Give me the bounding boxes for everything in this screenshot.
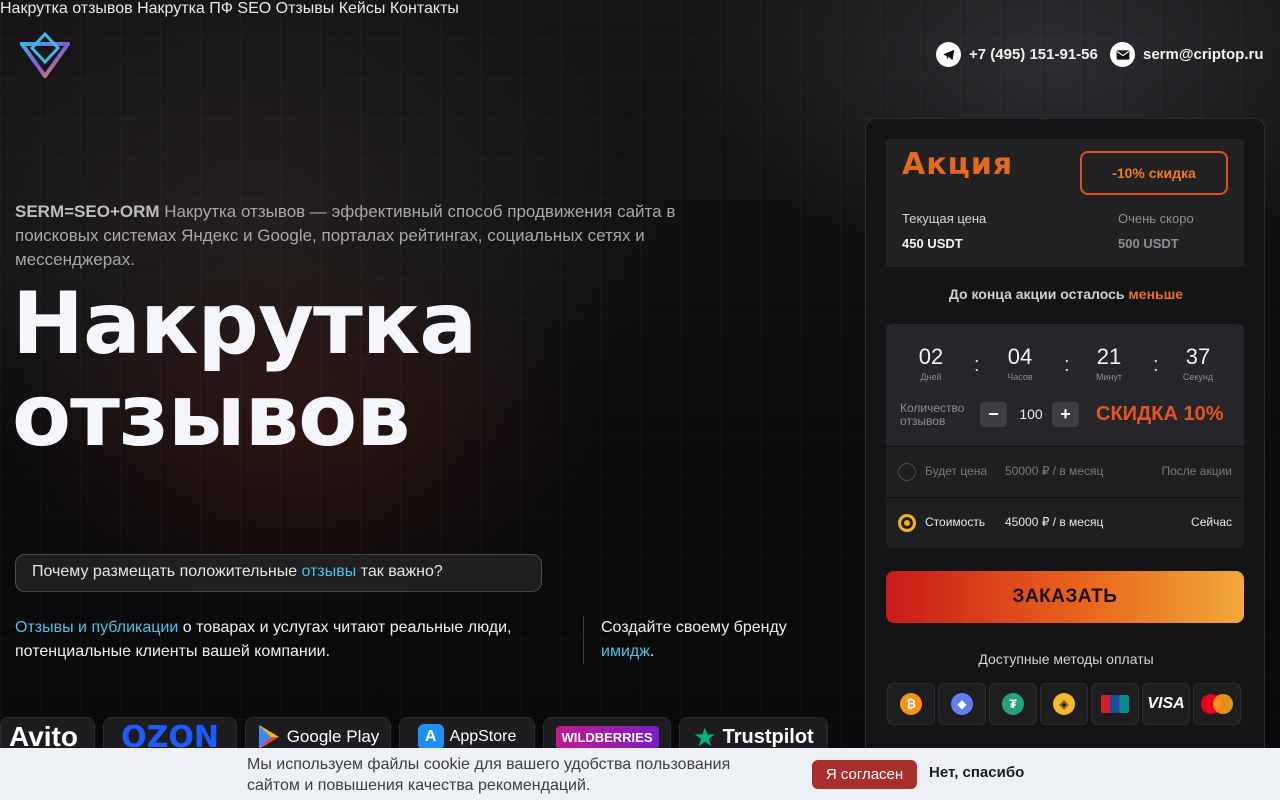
timer-minutes-value: 21 [1096,344,1122,369]
radio-checked-icon[interactable] [898,514,916,532]
phone-link[interactable]: +7 (495) 151-91-56 [936,42,1098,67]
option-now-price: 45000 ₽ / в месяц [1005,515,1104,529]
image-link[interactable]: имидж [601,643,650,660]
discount-label: СКИДКА 10% [1096,403,1224,425]
google-play-label: Google Play [286,727,380,746]
mastercard-icon [1201,694,1233,714]
radio-unchecked-icon[interactable] [898,463,916,481]
future-price-label: Очень скоро [1118,211,1194,226]
promo-remaining-accent: меньше [1128,286,1184,302]
payment-mastercard[interactable] [1193,683,1241,725]
nav-contacts[interactable]: Контакты [390,0,459,17]
option-after-price: 50000 ₽ / в месяц [1005,464,1104,478]
why-text-accent: отзывы [301,563,357,580]
payment-unionpay[interactable] [1091,683,1139,725]
promo-card: Акция -10% скидка Текущая цена 450 USDT … [865,118,1265,758]
title-line-1: Накрутка [12,274,477,374]
timer-separator: : [974,354,980,376]
why-reviews-button[interactable]: Почему размещать положительные отзывы та… [15,554,542,592]
quantity-increase-button[interactable]: + [1052,402,1079,427]
quantity-value[interactable]: 100 [1018,406,1044,422]
reviews-paragraph: Отзывы и публикации о товарах и услугах … [15,616,555,664]
timer-separator: : [1153,354,1159,376]
cookie-agree-button[interactable]: Я согласен [812,760,917,789]
quantity-decrease-button[interactable]: − [980,402,1007,427]
timer-days: 02 Дней [906,344,956,382]
visa-icon: VISA [1147,695,1185,712]
binance-icon: ◈ [1053,693,1075,715]
timer-hours-label: Часов [1007,372,1033,382]
timer-days-value: 02 [918,344,944,369]
option-now[interactable]: Стоимость 45000 ₽ / в месяц Сейчас [886,498,1244,548]
appstore-icon: A [417,724,444,750]
telegram-icon [936,42,961,67]
option-now-when: Сейчас [1191,515,1232,529]
brand-paragraph-pre: Создайте своему бренду [601,619,787,636]
timer-hours-value: 04 [1007,344,1033,369]
payment-tether[interactable]: ₮ [989,683,1037,725]
option-after-label: Будет цена [925,464,988,478]
title-line-2: отзывов [12,366,411,466]
reviews-link[interactable]: Отзывы и публикации [15,619,178,636]
timer-days-label: Дней [920,372,942,382]
hero-lead: SERM=SEO+ORM Накрутка отзывов — эффектив… [15,200,735,272]
order-button[interactable]: ЗАКАЗАТЬ [886,571,1244,623]
payment-visa[interactable]: VISA [1142,683,1190,725]
promo-title: Акция [902,147,1014,182]
bitcoin-icon: ₿ [900,693,922,715]
cookie-decline-button[interactable]: Нет, спасибо [929,764,1024,781]
why-text-pre: Почему размещать положительные [32,563,302,580]
countdown-timer: 02 Дней : 04 Часов : 21 Минут : 37 Секун… [886,324,1244,446]
lead-formula: SERM=SEO+ORM [15,202,160,221]
current-price-value: 450 USDT [902,236,963,251]
site-logo[interactable] [20,32,70,78]
phone-number: +7 (495) 151-91-56 [969,46,1098,63]
timer-seconds: 37 Секунд [1173,344,1223,382]
cookie-banner: Мы используем файлы cookie для вашего уд… [0,748,1280,800]
google-play-icon [258,725,279,749]
payment-methods: ₿ ◆ ₮ ◈ VISA [887,683,1241,725]
why-text-post: так важно? [356,563,443,580]
email-link[interactable]: serm@criptop.ru [1110,42,1263,67]
nav-pf[interactable]: Накрутка ПФ [137,0,233,17]
page-title: Накрутка отзывов [12,274,477,466]
site-header: Накрутка отзывов Накрутка ПФ SEO Отзывы … [0,0,1280,110]
cookie-text: Мы используем файлы cookie для вашего уд… [247,756,731,794]
divider [583,616,584,664]
appstore-label: AppStore [449,728,517,745]
ethereum-icon: ◆ [951,693,973,715]
nav-testimonials[interactable]: Отзывы [276,0,335,17]
promo-remaining-text: До конца акции осталось [948,286,1129,302]
timer-seconds-label: Секунд [1182,372,1214,382]
nav-cases[interactable]: Кейсы [339,0,386,17]
option-after-promo[interactable]: Будет цена 50000 ₽ / в месяц После акции [886,447,1244,497]
option-after-when: После акции [1161,464,1232,478]
unionpay-icon [1101,695,1129,713]
option-now-label: Стоимость [925,515,986,529]
trustpilot-label: Trustpilot [722,725,814,748]
timer-separator: : [1064,354,1070,376]
nav-seo[interactable]: SEO [237,0,271,17]
payment-binance[interactable]: ◈ [1040,683,1088,725]
brand-paragraph-post: . [649,643,655,660]
payment-bitcoin[interactable]: ₿ [887,683,935,725]
timer-minutes: 21 Минут [1084,344,1134,382]
email-address: serm@criptop.ru [1143,46,1264,63]
discount-badge[interactable]: -10% скидка [1080,151,1228,195]
current-price-label: Текущая цена [902,211,987,226]
timer-minutes-label: Минут [1095,372,1123,382]
promo-remaining: До конца акции осталось меньше [866,286,1266,302]
brand-paragraph: Создайте своему бренду имидж. [601,616,801,664]
promo-header: Акция -10% скидка Текущая цена 450 USDT … [886,139,1244,267]
nav-reviews[interactable]: Накрутка отзывов [0,0,133,17]
payment-ethereum[interactable]: ◆ [938,683,986,725]
future-price-value: 500 USDT [1118,236,1179,251]
payment-methods-title: Доступные методы оплаты [978,651,1154,667]
tether-icon: ₮ [1002,693,1024,715]
timer-hours: 04 Часов [995,344,1045,382]
timer-seconds-value: 37 [1185,344,1211,369]
mail-icon [1110,42,1135,67]
wildberries-logo: WILDBERRIES [555,725,659,749]
quantity-label: Количество отзывов [900,401,965,428]
